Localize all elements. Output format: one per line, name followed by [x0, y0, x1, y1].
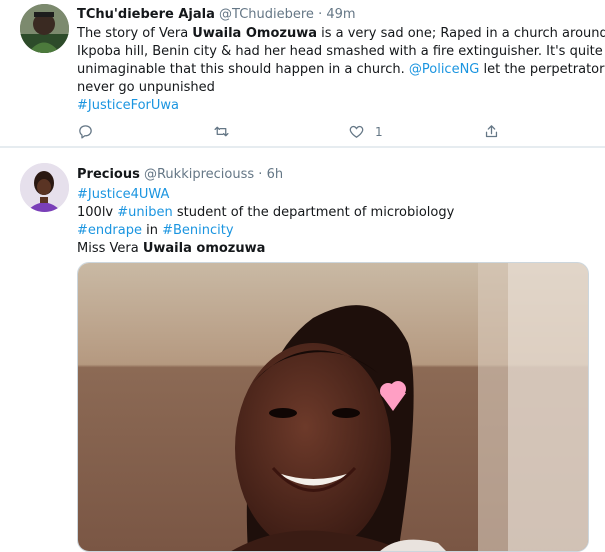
tweet-text: #Justice4UWA 100lv #uniben student of th… [77, 186, 582, 258]
display-name[interactable]: Precious [77, 167, 140, 182]
tweet-header: Precious @Rukkipreciouss · 6h [77, 166, 283, 183]
mention-link[interactable]: @PoliceNG [409, 62, 480, 77]
text-segment: in [141, 223, 163, 238]
hashtag-link[interactable]: #uniben [117, 205, 172, 220]
text-bold: Uwaila Omozuwa [192, 26, 317, 41]
handle[interactable]: @Rukkipreciouss [144, 167, 254, 182]
text-segment: 100lv [77, 205, 118, 220]
like-icon [349, 125, 364, 138]
hashtag-link[interactable]: #JusticeForUwa [77, 98, 179, 113]
timestamp[interactable]: 49m [326, 7, 355, 22]
timestamp[interactable]: 6h [267, 167, 284, 182]
text-segment: student of the department of microbiolog… [172, 205, 455, 220]
share-icon [485, 125, 498, 138]
text-segment: Miss Vera [77, 241, 143, 256]
avatar[interactable] [20, 163, 69, 212]
separator: · [258, 167, 263, 182]
retweet-icon [214, 126, 229, 137]
text-segment: unimaginable that this should happen in … [77, 62, 409, 77]
retweet-button[interactable] [213, 123, 230, 140]
separator: · [318, 7, 323, 22]
display-name[interactable]: TChu'diebere Ajala [77, 7, 215, 22]
tweet-2[interactable]: Precious @Rukkipreciouss · 6h #Justice4U… [0, 148, 605, 552]
text-segment: let the perpetrators [479, 62, 605, 77]
avatar[interactable] [20, 4, 69, 53]
hashtag-link[interactable]: #endrape [77, 223, 142, 238]
text-line: Ikpoba hill, Benin city & had her head s… [77, 44, 603, 59]
hashtag-link[interactable]: #Benincity [162, 223, 233, 238]
hashtag-link[interactable]: #Justice4UWA [77, 187, 169, 202]
like-button[interactable]: 1 [348, 123, 383, 140]
tweet-text: The story of Vera Uwaila Omozuwa is a ve… [77, 25, 605, 115]
text-segment: The story of Vera [77, 26, 193, 41]
reply-icon [79, 125, 92, 139]
tweet-actions: 1 [77, 123, 507, 141]
like-count: 1 [375, 124, 383, 139]
tweet-1[interactable]: TChu'diebere Ajala @TChudiebere · 49m Th… [0, 0, 605, 147]
text-line: never go unpunished [77, 80, 215, 95]
tweet-photo[interactable] [77, 262, 589, 552]
reply-button[interactable] [77, 123, 94, 140]
text-bold: Uwaila omozuwa [142, 241, 266, 256]
share-button[interactable] [483, 123, 500, 140]
handle[interactable]: @TChudiebere [219, 7, 314, 22]
tweet-header: TChu'diebere Ajala @TChudiebere · 49m [77, 6, 356, 23]
text-segment: is a very sad one; Raped in a church aro… [316, 26, 605, 41]
